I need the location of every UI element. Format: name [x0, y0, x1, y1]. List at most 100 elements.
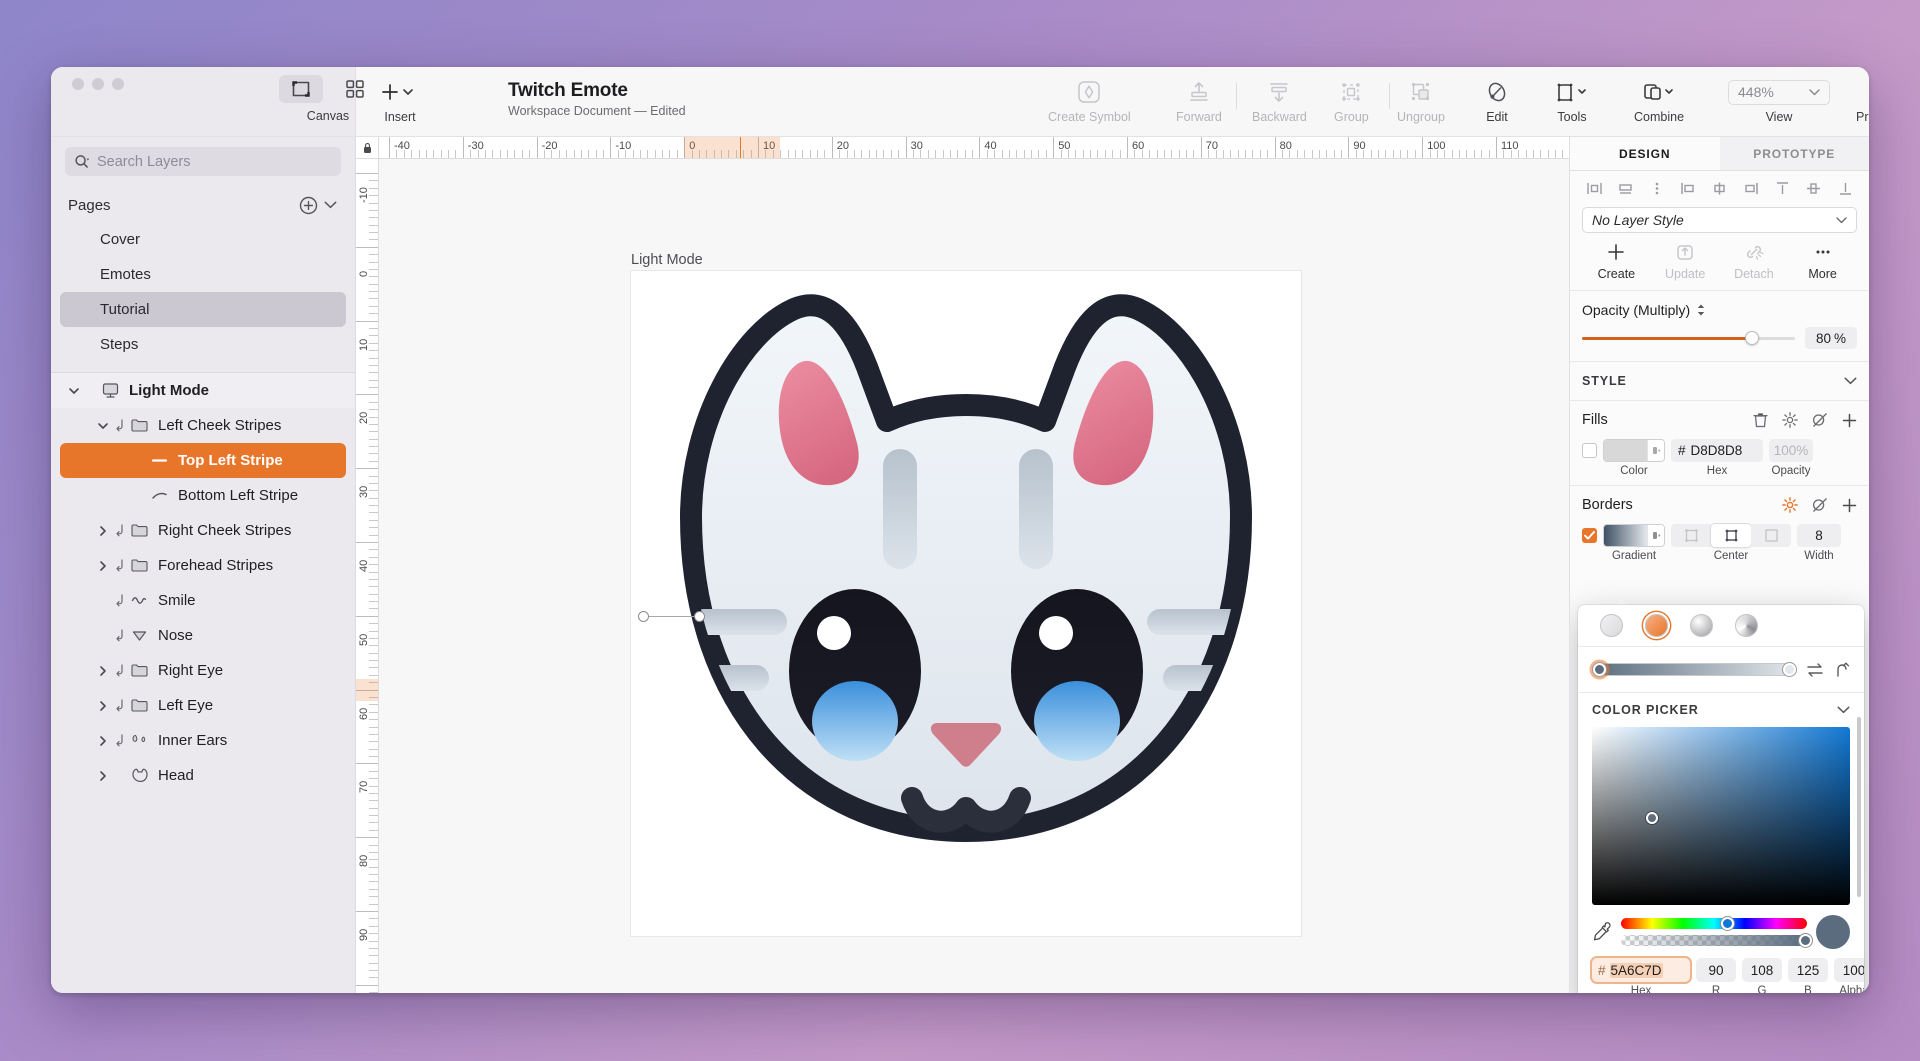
edit-button[interactable]: Edit [1484, 67, 1510, 124]
hide-fill-icon[interactable] [1812, 412, 1828, 428]
align-center-horizontal-icon[interactable] [1708, 177, 1732, 199]
eyedropper-icon[interactable] [1592, 921, 1612, 943]
selection-point-end[interactable] [694, 611, 705, 622]
blend-mode-stepper-icon[interactable] [1696, 303, 1706, 317]
align-left-edges-icon[interactable] [1676, 177, 1700, 199]
fill-hex-field[interactable]: # D8D8D8 [1671, 439, 1763, 462]
group-button[interactable]: Group [1334, 67, 1369, 124]
selection-point-start[interactable] [638, 611, 649, 622]
tab-design[interactable]: DESIGN [1570, 137, 1720, 170]
minimize-button[interactable] [92, 78, 104, 90]
chevron-right-icon[interactable] [97, 665, 109, 677]
border-position-outside[interactable] [1751, 524, 1791, 547]
fill-enabled-checkbox[interactable] [1582, 443, 1597, 458]
radial-gradient-type[interactable] [1690, 614, 1713, 637]
angular-gradient-type[interactable] [1735, 614, 1758, 637]
layer-disclosure[interactable] [63, 385, 85, 397]
chevron-down-icon[interactable] [97, 420, 109, 432]
ruler-lock-corner[interactable] [356, 137, 379, 158]
gradient-stop-1[interactable] [1593, 663, 1606, 676]
distribute-horizontal-icon[interactable] [1613, 177, 1637, 199]
chevron-down-icon[interactable] [68, 385, 80, 397]
border-color-swatch[interactable] [1603, 524, 1665, 547]
layer-disclosure[interactable] [92, 560, 114, 572]
detach-style-button[interactable]: Detach [1720, 242, 1789, 281]
preview-button[interactable]: Preview [1856, 67, 1869, 124]
solid-color-type[interactable] [1600, 614, 1623, 637]
update-style-button[interactable]: Update [1651, 242, 1720, 281]
more-align-icon[interactable] [1645, 177, 1669, 199]
border-position-center[interactable] [1711, 524, 1751, 547]
gradient-stop-2[interactable] [1783, 663, 1796, 676]
border-width-field[interactable]: 8 [1797, 524, 1841, 547]
forward-button[interactable]: Forward [1176, 67, 1222, 124]
layer-row[interactable]: Top Left Stripe [60, 443, 346, 478]
layer-row[interactable]: Head [60, 758, 346, 793]
rotate-gradient-icon[interactable] [1834, 662, 1850, 678]
layer-row[interactable]: Left Cheek Stripes [60, 408, 346, 443]
page-item[interactable]: Tutorial [60, 292, 346, 327]
fill-opacity-field[interactable]: 100% [1769, 439, 1813, 462]
align-middle-icon[interactable] [1802, 177, 1826, 199]
insert-button[interactable]: Insert [378, 67, 422, 124]
align-bottom-icon[interactable] [1833, 177, 1857, 199]
border-position-segmented[interactable] [1671, 524, 1791, 547]
reverse-gradient-icon[interactable] [1806, 662, 1824, 678]
layer-row[interactable]: Smile [60, 583, 346, 618]
blue-field[interactable]: 125 [1788, 958, 1828, 982]
pages-collapse-button[interactable] [319, 194, 341, 216]
layer-style-select[interactable]: No Layer Style [1582, 207, 1857, 233]
chevron-down-icon[interactable] [1837, 706, 1850, 714]
opacity-slider[interactable] [1582, 337, 1795, 340]
chevron-right-icon[interactable] [97, 770, 109, 782]
search-input[interactable]: Search Layers [65, 147, 341, 176]
chevron-right-icon[interactable] [97, 560, 109, 572]
layer-row[interactable]: Left Eye [60, 688, 346, 723]
layer-disclosure[interactable] [92, 525, 114, 537]
style-group-header[interactable]: STYLE [1582, 362, 1857, 400]
alpha-slider[interactable] [1621, 935, 1807, 946]
border-enabled-checkbox[interactable] [1582, 528, 1597, 543]
hue-slider[interactable] [1621, 918, 1807, 929]
layer-row[interactable]: Right Eye [60, 653, 346, 688]
vertical-ruler[interactable]: -100102030405060708090100110120 [356, 159, 379, 993]
fill-color-swatch[interactable] [1603, 439, 1665, 462]
align-top-icon[interactable] [1770, 177, 1794, 199]
gradient-track[interactable] [1592, 663, 1796, 676]
page-item[interactable]: Steps [60, 327, 346, 362]
page-item[interactable]: Emotes [60, 257, 346, 292]
canvas-view-button[interactable] [279, 75, 323, 103]
zoom-select[interactable]: 448% [1728, 80, 1830, 105]
view-zoom-control[interactable]: 448% View [1728, 67, 1830, 124]
create-symbol-button[interactable]: Create Symbol [1048, 67, 1131, 124]
red-field[interactable]: 90 [1696, 958, 1736, 982]
saturation-value-area[interactable] [1592, 727, 1850, 905]
chevron-right-icon[interactable] [97, 525, 109, 537]
chevron-right-icon[interactable] [97, 735, 109, 747]
layer-disclosure[interactable] [92, 420, 114, 432]
chevron-right-icon[interactable] [97, 700, 109, 712]
create-style-button[interactable]: Create [1582, 242, 1651, 281]
backward-button[interactable]: Backward [1252, 67, 1307, 124]
add-fill-icon[interactable] [1842, 413, 1857, 428]
layer-row[interactable]: Bottom Left Stripe [60, 478, 346, 513]
gear-icon[interactable] [1782, 412, 1798, 428]
alpha-field[interactable]: 100 [1834, 958, 1864, 982]
more-style-button[interactable]: More [1788, 242, 1857, 281]
add-border-icon[interactable] [1842, 498, 1857, 513]
trash-icon[interactable] [1753, 412, 1768, 428]
page-item[interactable]: Cover [60, 222, 346, 257]
tools-button[interactable]: Tools [1552, 67, 1592, 124]
color-picker-header[interactable]: COLOR PICKER [1578, 693, 1864, 727]
opacity-slider-knob[interactable] [1745, 331, 1759, 345]
hide-border-icon[interactable] [1812, 497, 1828, 513]
align-left-icon[interactable] [1582, 177, 1606, 199]
layer-row[interactable]: Right Cheek Stripes [60, 513, 346, 548]
artboard[interactable] [631, 271, 1301, 936]
hex-field[interactable]: # 5A6C7D [1592, 958, 1690, 982]
alpha-slider-knob[interactable] [1799, 934, 1812, 947]
zoom-button[interactable] [112, 78, 124, 90]
ungroup-button[interactable]: Ungroup [1397, 67, 1445, 124]
opacity-value-field[interactable]: 80 % [1805, 327, 1857, 349]
chevron-down-icon[interactable] [1844, 377, 1857, 385]
